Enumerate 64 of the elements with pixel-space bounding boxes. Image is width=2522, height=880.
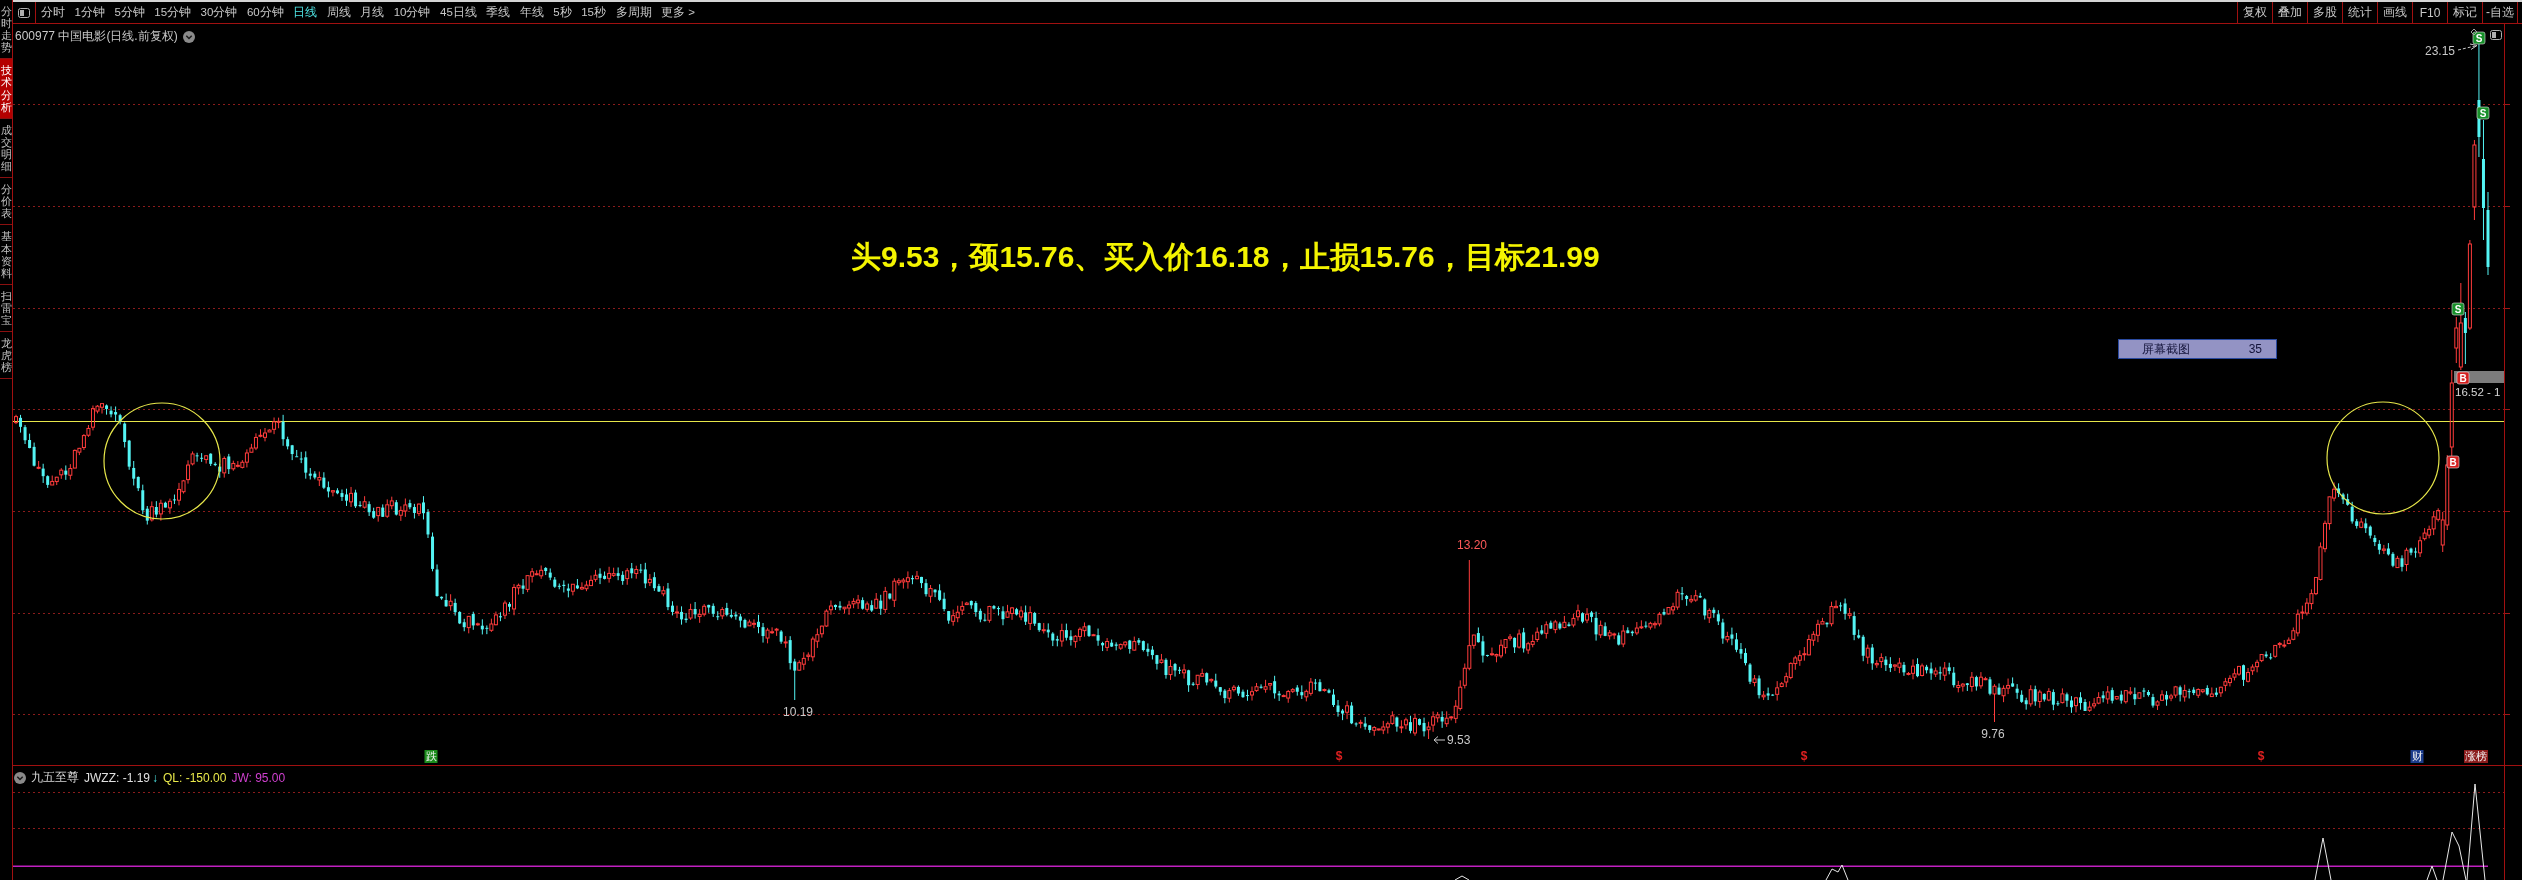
buy-signal: B	[2456, 371, 2470, 385]
event-marker[interactable]: 财	[2410, 750, 2424, 763]
toolbar-button[interactable]: F10	[2412, 2, 2447, 23]
indicator-value: JWZZ: -1.19	[84, 770, 150, 785]
sidebar-tab[interactable]: 技术分析	[0, 59, 12, 119]
period-tab[interactable]: 季线	[486, 5, 511, 20]
period-tab[interactable]: 更多 >	[661, 5, 695, 20]
leader-arrow	[1433, 736, 1446, 744]
period-tab[interactable]: 周线	[326, 5, 351, 20]
period-tab[interactable]: 10分钟	[393, 5, 431, 20]
toolbar-button[interactable]: 标记	[2447, 2, 2482, 23]
period-tab[interactable]: 分时	[41, 5, 65, 20]
sell-signal: S	[2472, 31, 2486, 45]
period-tab[interactable]: 年线	[519, 5, 544, 20]
price-label: 9.76	[1981, 727, 2005, 741]
diamond-icon	[2470, 28, 2478, 36]
price-label: 13.20	[1457, 538, 1487, 552]
dropdown-chevron-icon[interactable]	[182, 30, 195, 43]
toolbar-button[interactable]: 画线	[2377, 2, 2412, 23]
leader-arrow	[2457, 43, 2478, 51]
period-tab[interactable]: 1分钟	[74, 5, 105, 20]
indicator-value: QL: -150.00	[163, 770, 227, 785]
period-tab[interactable]: 5分钟	[114, 5, 145, 20]
position-label: 16.52 - 1	[2455, 386, 2501, 398]
period-tab[interactable]: 多周期	[615, 5, 652, 20]
layout-toggle-icon[interactable]	[2490, 30, 2502, 40]
sidebar-tab[interactable]: 成交明细	[0, 118, 12, 179]
period-tab[interactable]: 60分钟	[246, 5, 284, 20]
event-marker[interactable]: $	[1334, 750, 1344, 763]
toolbar-button[interactable]: 统计	[2342, 2, 2377, 23]
period-tab[interactable]: 月线	[360, 5, 385, 20]
indicator-value: JW: 95.00	[231, 770, 286, 785]
buy-signal: B	[2446, 455, 2460, 469]
sidebar-tab[interactable]: 龙虎榜	[0, 332, 12, 380]
sell-signal: S	[2451, 302, 2465, 316]
period-tab[interactable]: 日线	[293, 5, 318, 20]
price-label: 23.15	[2424, 44, 2455, 58]
indicator-name: 九五至尊	[31, 769, 79, 786]
event-marker[interactable]: 跌	[424, 750, 438, 763]
tooltip-value: 35	[2248, 342, 2262, 356]
price-label: 9.53	[1447, 733, 1471, 747]
event-marker[interactable]: $	[1799, 750, 1809, 763]
toolbar-button[interactable]: 复权	[2237, 2, 2272, 23]
period-tab[interactable]: 30分钟	[200, 5, 238, 20]
dropdown-chevron-icon[interactable]	[14, 771, 26, 784]
sidebar-tab[interactable]: 扫雷宝	[0, 284, 12, 333]
trend-arrow: ↓	[152, 770, 158, 785]
period-tab[interactable]: 5秒	[553, 5, 572, 20]
toolbar-button[interactable]: 多股	[2307, 2, 2342, 23]
chart-annotation: 头9.53，颈15.76、买入价16.18，止损15.76，目标21.99	[851, 240, 1600, 274]
period-tab[interactable]: 15秒	[581, 5, 606, 20]
toolbar-button[interactable]: -自选	[2482, 2, 2517, 23]
event-marker[interactable]: $	[2256, 750, 2266, 763]
period-tab[interactable]: 15分钟	[154, 5, 192, 20]
tooltip-label: 屏幕截图	[2142, 340, 2190, 358]
event-marker[interactable]: 涨榜	[2464, 750, 2488, 763]
sidebar-tab[interactable]: 基本资料	[0, 225, 12, 285]
period-tab[interactable]: 45日线	[440, 5, 477, 20]
price-label: 10.19	[783, 705, 813, 719]
sidebar-tab[interactable]: 分价表	[0, 178, 12, 226]
sell-signal: S	[2476, 106, 2490, 120]
toolbar-button[interactable]: 叠加	[2272, 2, 2307, 23]
panel-toggle-icon[interactable]	[18, 7, 30, 18]
chart-title: 600977 中国电影(日线.前复权)	[15, 28, 178, 45]
